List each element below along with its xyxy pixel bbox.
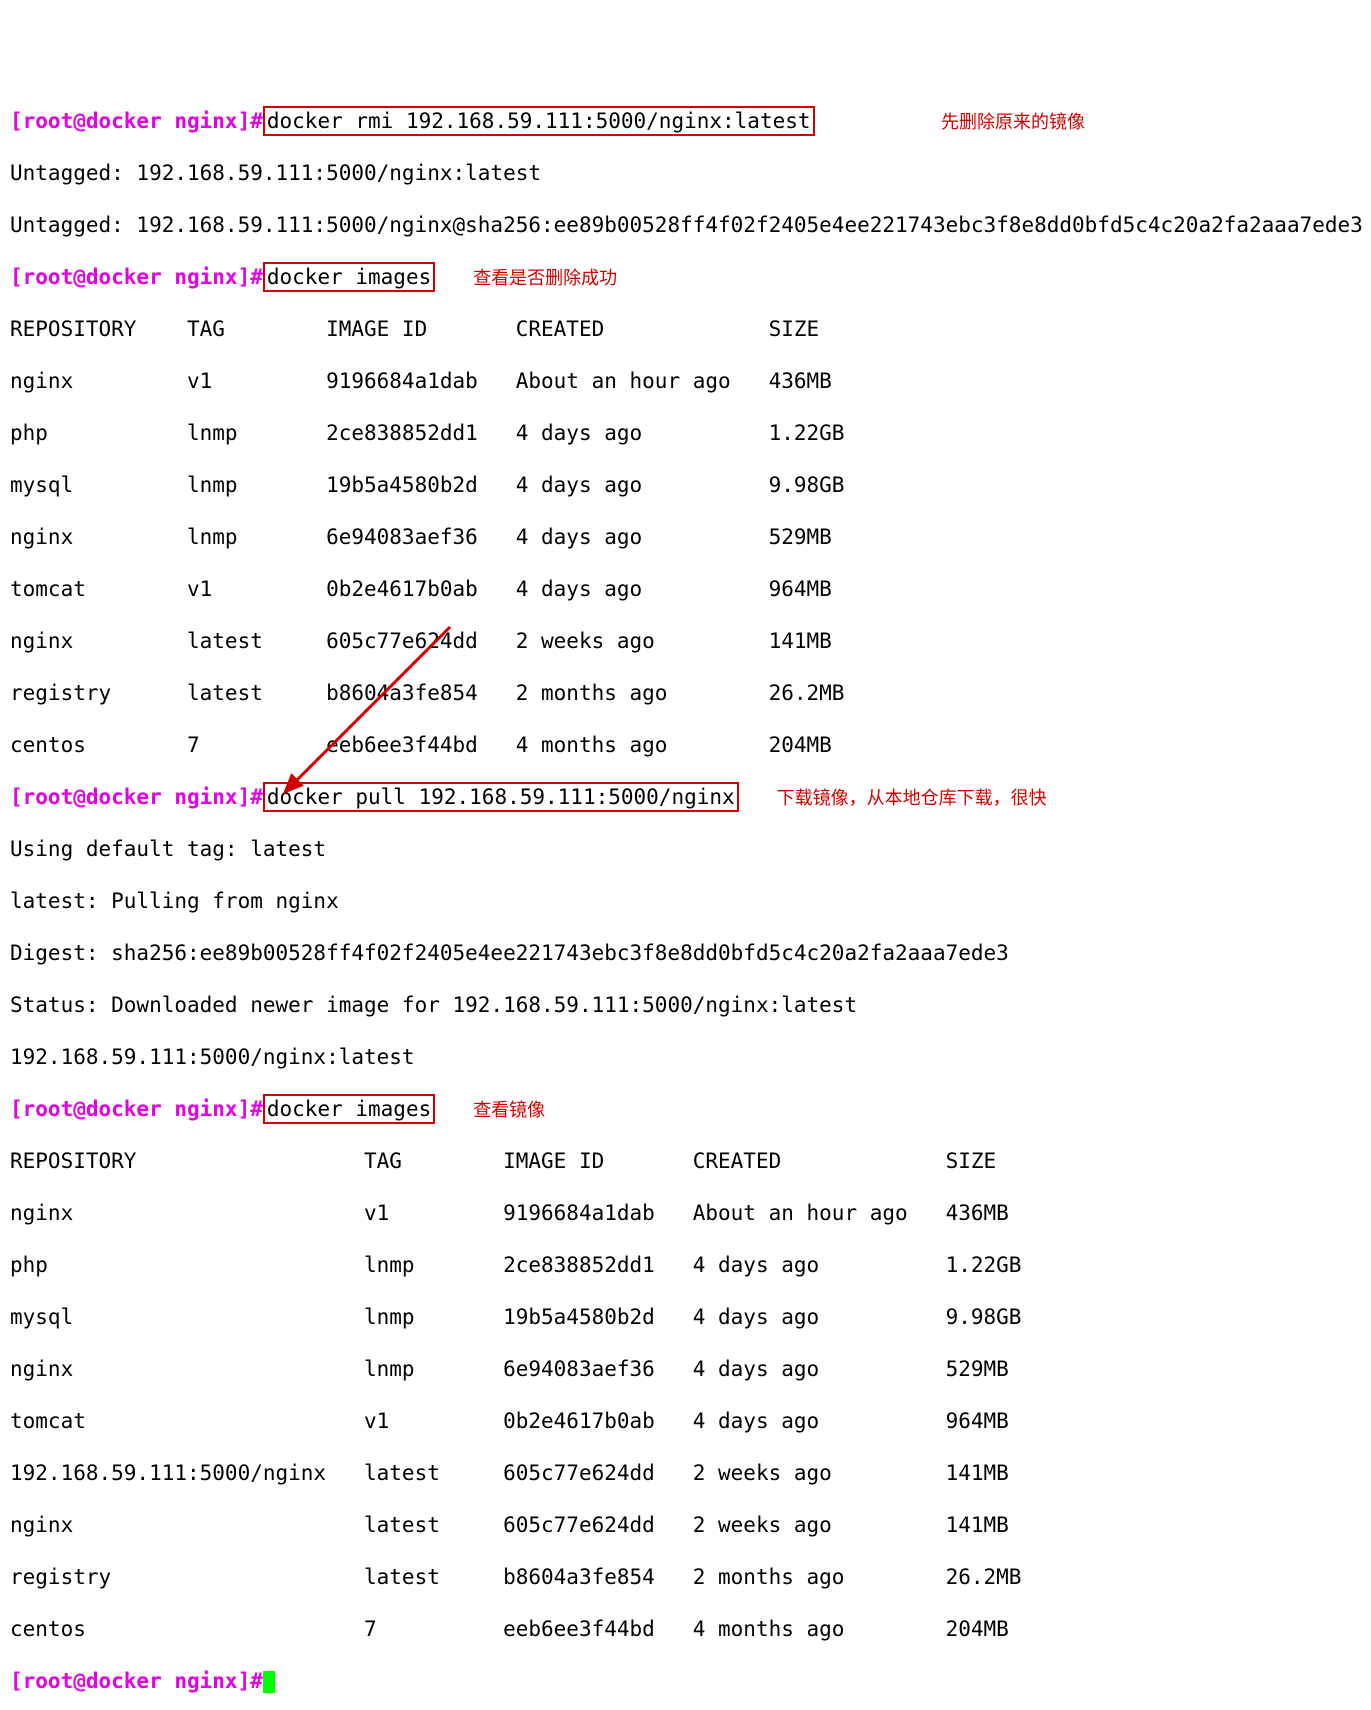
prompt: [root@docker nginx] — [10, 1097, 250, 1121]
prompt-hash: # — [250, 109, 263, 133]
table2-header: REPOSITORY TAG IMAGE ID CREATED SIZE — [10, 1148, 1361, 1174]
table-row: 192.168.59.111:5000/nginx latest 605c77e… — [10, 1460, 1361, 1486]
table1-header: REPOSITORY TAG IMAGE ID CREATED SIZE — [10, 316, 1361, 342]
command-pull: docker pull 192.168.59.111:5000/nginx — [263, 782, 739, 812]
table-row: nginx latest 605c77e624dd 2 weeks ago 14… — [10, 1512, 1361, 1538]
table-row: tomcat v1 0b2e4617b0ab 4 days ago 964MB — [10, 576, 1361, 602]
prompt-hash: # — [250, 1669, 263, 1693]
table-row: tomcat v1 0b2e4617b0ab 4 days ago 964MB — [10, 1408, 1361, 1434]
prompt-hash: # — [250, 265, 263, 289]
table-row: nginx v1 9196684a1dab About an hour ago … — [10, 368, 1361, 394]
terminal-output: [root@docker nginx]#docker rmi 192.168.5… — [10, 82, 1361, 1710]
output-untagged-1: Untagged: 192.168.59.111:5000/nginx:late… — [10, 160, 1361, 186]
table-row: centos 7 eeb6ee3f44bd 4 months ago 204MB — [10, 732, 1361, 758]
prompt-hash: # — [250, 785, 263, 809]
table-row: php lnmp 2ce838852dd1 4 days ago 1.22GB — [10, 420, 1361, 446]
command-rmi: docker rmi 192.168.59.111:5000/nginx:lat… — [263, 106, 815, 136]
note-view-images: 查看镜像 — [473, 1096, 545, 1122]
command-images-1: docker images — [263, 262, 435, 292]
output-pull-3: Digest: sha256:ee89b00528ff4f02f2405e4ee… — [10, 940, 1361, 966]
prompt: [root@docker nginx] — [10, 1669, 250, 1693]
prompt-hash: # — [250, 1097, 263, 1121]
output-pull-2: latest: Pulling from nginx — [10, 888, 1361, 914]
table-row: registry latest b8604a3fe854 2 months ag… — [10, 1564, 1361, 1590]
table-row: nginx lnmp 6e94083aef36 4 days ago 529MB — [10, 524, 1361, 550]
note-delete-original: 先删除原来的镜像 — [941, 108, 1085, 134]
table-row: mysql lnmp 19b5a4580b2d 4 days ago 9.98G… — [10, 472, 1361, 498]
table-row: registry latest b8604a3fe854 2 months ag… — [10, 680, 1361, 706]
prompt: [root@docker nginx] — [10, 785, 250, 809]
table-row: nginx v1 9196684a1dab About an hour ago … — [10, 1200, 1361, 1226]
output-pull-5: 192.168.59.111:5000/nginx:latest — [10, 1044, 1361, 1070]
output-pull-1: Using default tag: latest — [10, 836, 1361, 862]
table-row: mysql lnmp 19b5a4580b2d 4 days ago 9.98G… — [10, 1304, 1361, 1330]
prompt: [root@docker nginx] — [10, 109, 250, 133]
table-row: nginx latest 605c77e624dd 2 weeks ago 14… — [10, 628, 1361, 654]
note-download: 下载镜像，从本地仓库下载，很快 — [777, 784, 1047, 810]
table-row: nginx lnmp 6e94083aef36 4 days ago 529MB — [10, 1356, 1361, 1382]
cursor-block — [263, 1671, 275, 1693]
output-untagged-2: Untagged: 192.168.59.111:5000/nginx@sha2… — [10, 212, 1361, 238]
table-row: centos 7 eeb6ee3f44bd 4 months ago 204MB — [10, 1616, 1361, 1642]
command-images-2: docker images — [263, 1094, 435, 1124]
output-pull-4: Status: Downloaded newer image for 192.1… — [10, 992, 1361, 1018]
note-check-delete: 查看是否删除成功 — [473, 264, 617, 290]
prompt: [root@docker nginx] — [10, 265, 250, 289]
table-row: php lnmp 2ce838852dd1 4 days ago 1.22GB — [10, 1252, 1361, 1278]
